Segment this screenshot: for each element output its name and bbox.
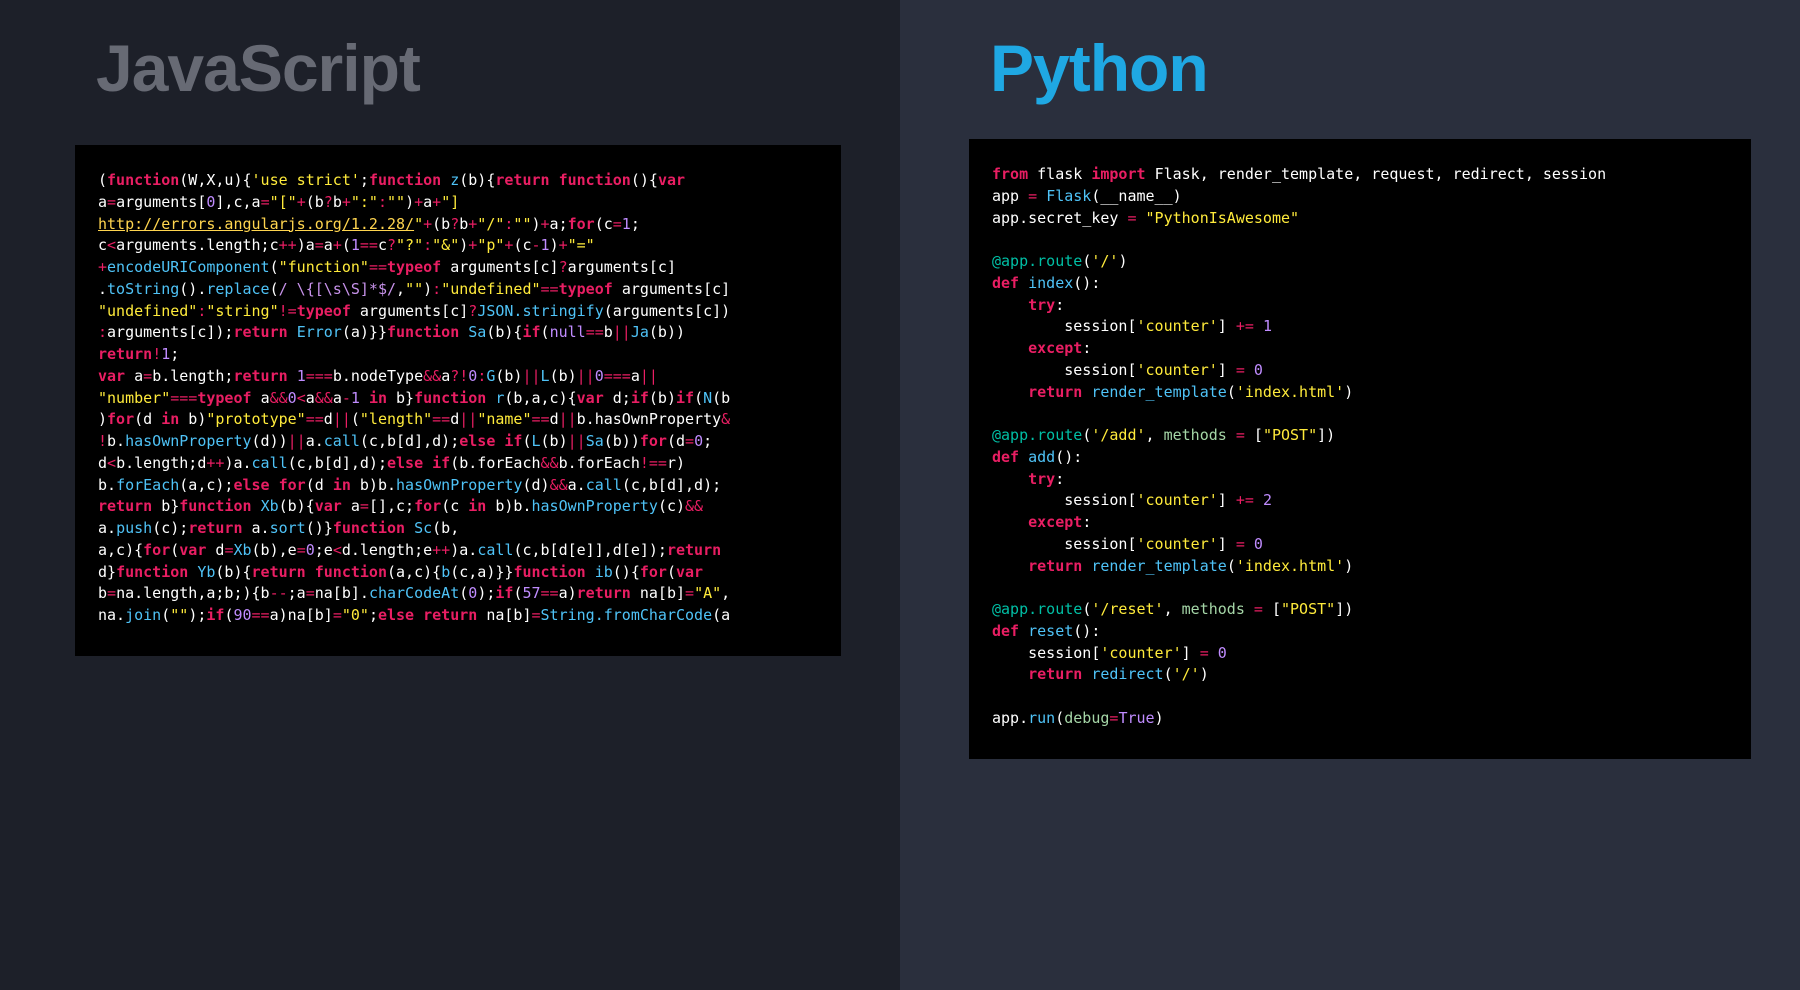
- comparison-slide: JavaScript (function(W,X,u){'use strict'…: [0, 0, 1800, 990]
- javascript-heading: JavaScript: [96, 30, 900, 106]
- python-heading: Python: [990, 30, 1800, 106]
- javascript-code-block: (function(W,X,u){'use strict';function z…: [76, 146, 840, 655]
- javascript-panel: JavaScript (function(W,X,u){'use strict'…: [0, 0, 900, 990]
- python-code-block: from flask import Flask, render_template…: [970, 140, 1750, 758]
- python-panel: Python from flask import Flask, render_t…: [900, 0, 1800, 990]
